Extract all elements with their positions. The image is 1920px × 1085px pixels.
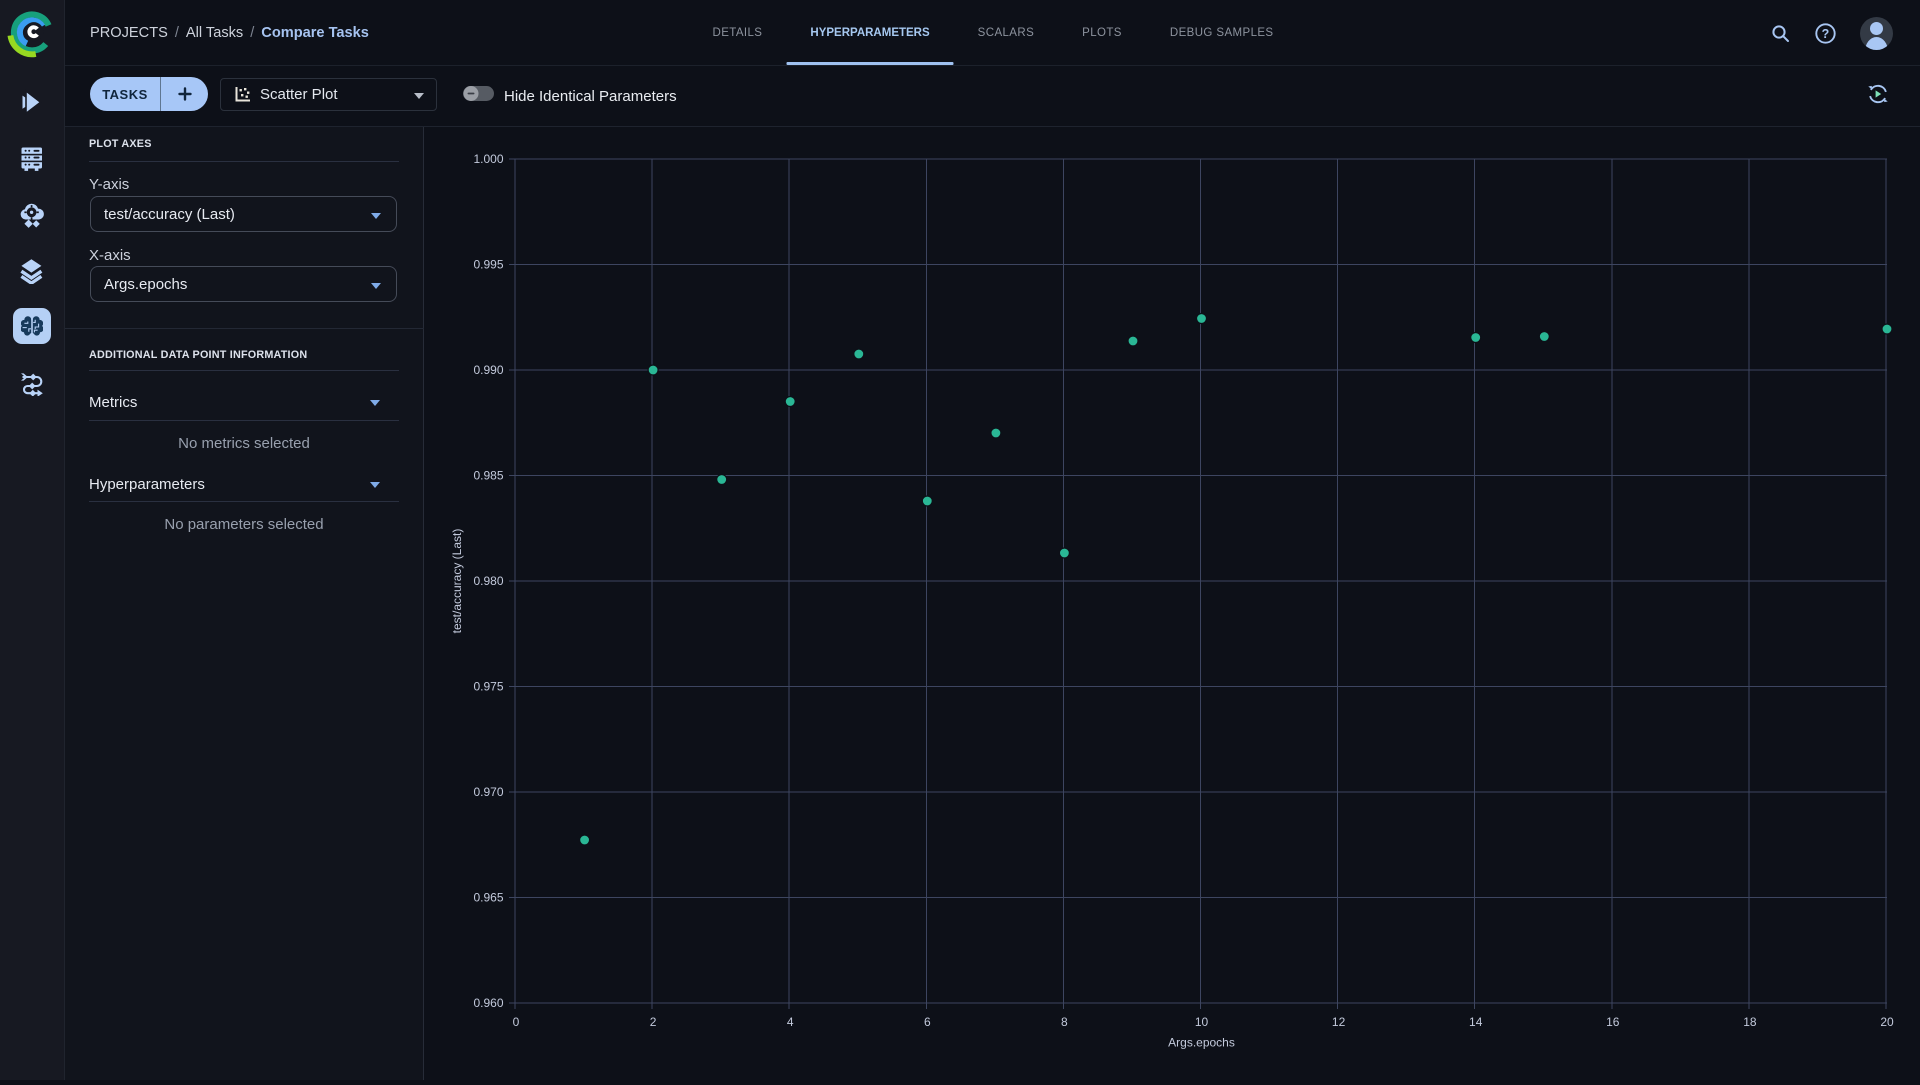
- svg-text:0.965: 0.965: [473, 891, 503, 905]
- svg-text:6: 6: [924, 1015, 931, 1029]
- svg-text:4: 4: [787, 1015, 794, 1029]
- svg-text:0.960: 0.960: [473, 996, 503, 1010]
- svg-text:0.970: 0.970: [473, 785, 503, 799]
- svg-text:test/accuracy (Last): test/accuracy (Last): [450, 529, 464, 634]
- svg-text:0.990: 0.990: [473, 363, 503, 377]
- svg-text:?: ?: [1822, 27, 1830, 41]
- svg-text:0.995: 0.995: [473, 258, 503, 272]
- svg-text:0.975: 0.975: [473, 680, 503, 694]
- svg-text:0: 0: [513, 1015, 520, 1029]
- svg-text:20: 20: [1880, 1015, 1894, 1029]
- svg-text:18: 18: [1743, 1015, 1757, 1029]
- svg-text:1.000: 1.000: [473, 152, 503, 166]
- svg-text:10: 10: [1195, 1015, 1209, 1029]
- svg-text:0.985: 0.985: [473, 469, 503, 483]
- svg-text:0.980: 0.980: [473, 574, 503, 588]
- svg-text:Args.epochs: Args.epochs: [1168, 1036, 1235, 1050]
- svg-text:2: 2: [650, 1015, 657, 1029]
- svg-text:8: 8: [1061, 1015, 1068, 1029]
- svg-text:12: 12: [1332, 1015, 1346, 1029]
- svg-text:16: 16: [1606, 1015, 1620, 1029]
- svg-text:14: 14: [1469, 1015, 1483, 1029]
